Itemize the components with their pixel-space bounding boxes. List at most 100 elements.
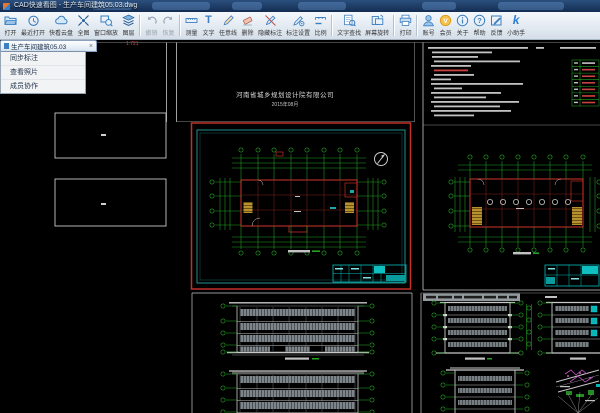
toolbar-button-redo[interactable]: 恢复 (160, 13, 177, 37)
elevations-sheet[interactable] (221, 303, 374, 413)
toolbar-button-screen-rotate[interactable]: 屏幕旋转 (363, 13, 391, 37)
toolbar-button-label: 文字查找 (337, 28, 361, 37)
toolbar-button-label: 文字 (203, 28, 215, 37)
toolbar-button-open-file[interactable]: 打开 (2, 13, 19, 37)
side-panel-item-1[interactable]: 同步标注 (1, 52, 85, 66)
titlebar-highlight (152, 2, 210, 10)
toolbar-button-label: 全图 (78, 28, 90, 37)
dimension-marks (527, 304, 532, 350)
text-search-icon (343, 14, 356, 27)
sections-sheet[interactable] (423, 294, 600, 413)
drawing-canvas[interactable]: 1:721 河南省城乡规划设计院有限公司 2015年08月 (0, 40, 600, 413)
dimension-marks (358, 372, 374, 413)
plan-columns (487, 199, 570, 204)
toolbar-button-recent-files[interactable]: 最近打开 (19, 13, 47, 37)
toolbar-button-text-search[interactable]: 文字查找 (335, 13, 363, 37)
notes-sheet[interactable] (428, 47, 599, 116)
titlebar-highlight (422, 2, 456, 10)
svg-text:?: ? (477, 16, 482, 25)
title-bar: CAD快速看图 - 生产车间建筑05.03.dwg (0, 0, 600, 12)
toolbar-button-hide-markup[interactable]: 隐藏标注 (256, 13, 284, 37)
cloud-drive-icon (55, 14, 68, 27)
toolbar-button-label: 撤销 (146, 28, 158, 37)
dimension-marks (232, 148, 366, 180)
dimension-marks (590, 177, 600, 232)
toolbar-button-label: 窗口缩放 (94, 28, 118, 37)
fit-view-icon (77, 14, 90, 27)
assistant-icon: k (510, 14, 523, 27)
toolbar-button-fit-view[interactable]: 全图 (75, 13, 92, 37)
dimension-marks (357, 178, 386, 230)
screen-rotate-icon (371, 14, 384, 27)
toolbar-divider (331, 15, 333, 36)
dimension-marks (449, 177, 470, 232)
toolbar-button-account[interactable]: 账号 (420, 13, 437, 37)
titlebar-highlight (232, 2, 262, 10)
side-panel-item-2[interactable]: 查看照片 (1, 66, 85, 80)
tab-close-icon[interactable]: × (89, 43, 93, 50)
zoom-scale-indicator: 1:721 (126, 41, 139, 47)
toolbar-button-label: 会员 (440, 28, 452, 37)
help-icon: ? (473, 14, 486, 27)
free-line-icon (222, 14, 235, 27)
toolbar-button-free-line[interactable]: 任意线 (217, 13, 239, 37)
measure-icon (185, 14, 198, 27)
toolbar-button-cloud-drive[interactable]: 快看云盘 (47, 13, 75, 37)
cover-sheet-1[interactable] (55, 113, 166, 158)
toolbar-button-label: 打印 (400, 28, 412, 37)
toolbar-button-assistant[interactable]: k小助手 (505, 13, 527, 37)
open-file-icon (4, 14, 17, 27)
side-panel-item-3[interactable]: 成员协作 (1, 80, 85, 93)
undo-icon (145, 14, 158, 27)
document-tab-label: 生产车间建筑05.03 (11, 41, 66, 51)
titlebar-highlight (498, 2, 564, 10)
toolbar-divider (139, 15, 141, 36)
toolbar-button-about[interactable]: 关于 (454, 13, 471, 37)
toolbar-divider (393, 15, 395, 36)
toolbar-button-label: 恢复 (163, 28, 175, 37)
title-block (545, 265, 599, 286)
floor-plan-sheet-selected[interactable] (192, 123, 411, 289)
toolbar-button-help[interactable]: ?帮助 (471, 13, 488, 37)
toolbar-button-measure[interactable]: 测量 (183, 13, 200, 37)
toolbar-button-label: 测量 (186, 28, 198, 37)
markup-settings-icon (292, 14, 305, 27)
toolbar-button-print[interactable]: 打印 (397, 13, 414, 37)
app-icon (3, 3, 10, 10)
toolbar-button-undo[interactable]: 撤销 (143, 13, 160, 37)
toolbar-divider (416, 15, 418, 36)
toolbar-button-label: 账号 (423, 28, 435, 37)
toolbar-button-label: 标注设置 (286, 28, 310, 37)
title-block (333, 265, 406, 282)
cover-sheet-2[interactable] (55, 179, 166, 226)
feedback-icon (490, 14, 503, 27)
dimension-marks (358, 304, 374, 354)
toolbar-button-label: 打开 (4, 28, 16, 37)
main-toolbar: 打开最近打开快看云盘全图窗口缩放图层撤销恢复测量T文字任意线删除隐藏标注标注设置… (0, 12, 600, 40)
drawing-date-text: 2015年08月 (185, 101, 385, 108)
selected-annotation[interactable] (423, 294, 520, 302)
redo-icon (162, 14, 175, 27)
notes-text-lines (428, 47, 596, 116)
toolbar-button-label: 屏幕旋转 (365, 28, 389, 37)
floor-plan-sheet-2[interactable] (449, 155, 600, 286)
toolbar-button-vip[interactable]: V 会员 (437, 13, 454, 37)
document-icon (4, 43, 9, 49)
toolbar-button-feedback[interactable]: 反馈 (488, 13, 505, 37)
toolbar-button-eraser[interactable]: 删除 (239, 13, 256, 37)
toolbar-button-label: 最近打开 (21, 28, 45, 37)
toolbar-button-label: 任意线 (219, 28, 237, 37)
toolbar-button-layers[interactable]: 图层 (120, 13, 137, 37)
toolbar-button-markup-settings[interactable]: 标注设置 (284, 13, 312, 37)
svg-text:V: V (443, 18, 448, 25)
document-tab[interactable]: 生产车间建筑05.03 × (0, 40, 97, 52)
text-icon: T (202, 14, 215, 27)
dimension-marks (538, 301, 552, 355)
toolbar-button-scale[interactable]: 比例 (312, 13, 329, 37)
toolbar-button-text[interactable]: T文字 (200, 13, 217, 37)
vip-icon: V (439, 14, 452, 27)
toolbar-button-window-zoom[interactable]: 窗口缩放 (92, 13, 120, 37)
titlebar-highlight (298, 2, 346, 10)
eraser-icon (241, 14, 254, 27)
print-icon (399, 14, 412, 27)
